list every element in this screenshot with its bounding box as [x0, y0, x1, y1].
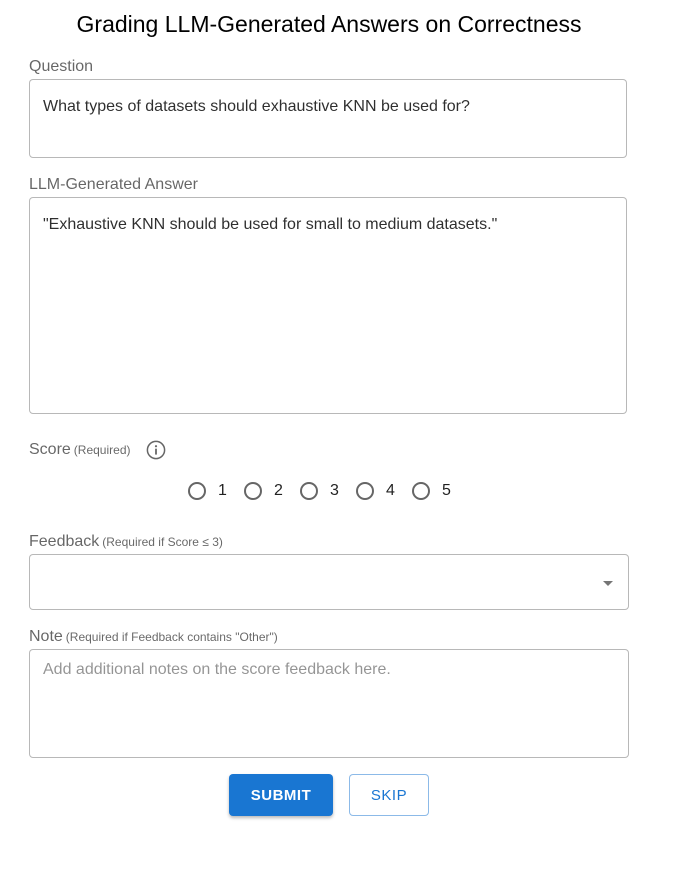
score-option-label: 4: [386, 482, 395, 499]
feedback-hint: (Required if Score ≤ 3): [102, 535, 223, 549]
score-option-4[interactable]: 4: [356, 480, 395, 502]
question-box: What types of datasets should exhaustive…: [29, 79, 627, 158]
answer-box: "Exhaustive KNN should be used for small…: [29, 197, 627, 414]
score-option-3[interactable]: 3: [300, 480, 339, 502]
score-option-label: 3: [330, 482, 339, 499]
note-label: Note (Required if Feedback contains "Othe…: [29, 627, 278, 647]
page-title: Grading LLM-Generated Answers on Correct…: [76, 11, 582, 37]
feedback-label-text: Feedback: [29, 533, 100, 550]
question-text: What types of datasets should exhaustive…: [43, 98, 470, 115]
score-option-1[interactable]: 1: [188, 480, 227, 502]
question-label: Question: [29, 57, 93, 77]
score-option-2[interactable]: 2: [244, 480, 283, 502]
answer-label: LLM-Generated Answer: [29, 175, 198, 195]
score-option-5[interactable]: 5: [412, 480, 451, 502]
caret-down-icon[interactable]: [603, 581, 613, 586]
info-circle-icon[interactable]: [146, 440, 166, 460]
radio-circle-icon[interactable]: [356, 482, 374, 500]
score-label-text: Score: [29, 441, 71, 458]
feedback-select[interactable]: [29, 554, 629, 610]
score-hint: (Required): [73, 443, 131, 457]
question-label-text: Question: [29, 58, 94, 75]
submit-button[interactable]: SUBMIT: [229, 774, 333, 816]
answer-text: "Exhaustive KNN should be used for small…: [43, 216, 498, 233]
score-option-label: 1: [218, 482, 227, 499]
score-option-label: 5: [442, 482, 451, 499]
note-hint: (Required if Feedback contains "Other"): [65, 630, 278, 644]
radio-circle-icon[interactable]: [188, 482, 206, 500]
score-option-label: 2: [274, 482, 283, 499]
note-label-text: Note: [29, 628, 63, 645]
answer-label-text: LLM-Generated Answer: [29, 176, 198, 193]
skip-button[interactable]: SKIP: [349, 774, 429, 816]
note-textarea[interactable]: [29, 649, 629, 758]
feedback-label: Feedback (Required if Score ≤ 3): [29, 532, 223, 552]
radio-circle-icon[interactable]: [412, 482, 430, 500]
radio-circle-icon[interactable]: [300, 482, 318, 500]
score-label: Score (Required): [29, 440, 131, 460]
radio-circle-icon[interactable]: [244, 482, 262, 500]
